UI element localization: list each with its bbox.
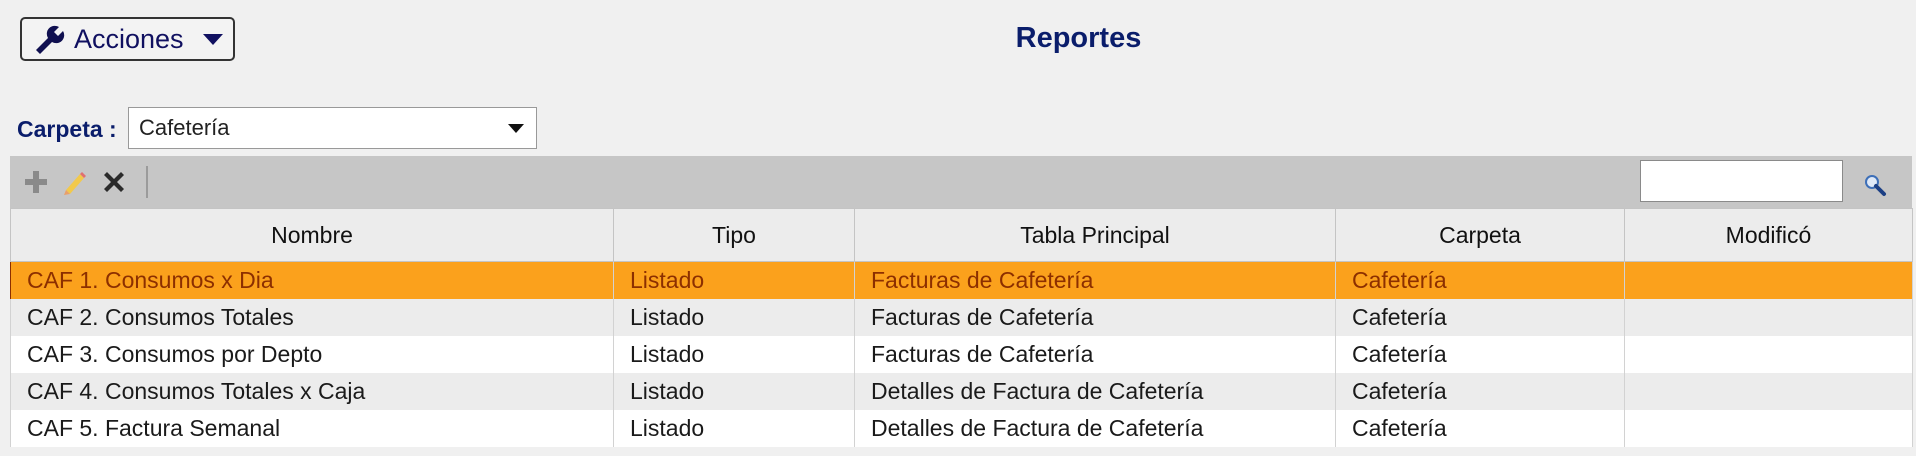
page-title: Reportes [1015,22,1142,54]
cell-tipo: Listado [613,336,855,373]
table-row[interactable]: CAF 2. Consumos Totales Listado Facturas… [10,299,1913,336]
cell-modifico [1624,299,1913,336]
table-row[interactable]: CAF 4. Consumos Totales x Caja Listado D… [10,373,1913,410]
cell-tabla: Facturas de Cafetería [854,336,1336,373]
column-header-nombre[interactable]: Nombre [10,208,614,262]
chevron-down-icon[interactable] [508,123,524,133]
cell-tabla: Detalles de Factura de Cafetería [854,410,1336,447]
table-header-row: Nombre Tipo Tabla Principal Carpeta Modi… [10,208,1913,262]
cell-tabla: Facturas de Cafetería [854,261,1336,299]
column-header-tabla-principal[interactable]: Tabla Principal [854,208,1336,262]
cell-modifico [1624,373,1913,410]
search-input[interactable] [1640,160,1843,202]
cell-tipo: Listado [613,373,855,410]
toolbar-separator [146,166,148,198]
folder-select-value: Cafetería [139,115,230,140]
cell-tipo: Listado [613,410,855,447]
table-row[interactable]: CAF 5. Factura Semanal Listado Detalles … [10,410,1913,447]
cell-carpeta: Cafetería [1335,373,1625,410]
cell-nombre: CAF 2. Consumos Totales [10,299,614,336]
cell-carpeta: Cafetería [1335,261,1625,299]
cell-modifico [1624,336,1913,373]
cell-tipo: Listado [613,299,855,336]
folder-select[interactable]: Cafetería [128,107,537,149]
toolbar [10,156,1912,208]
edit-icon[interactable] [60,168,88,196]
cell-nombre: CAF 5. Factura Semanal [10,410,614,447]
delete-icon[interactable] [100,168,128,196]
cell-tipo: Listado [613,261,855,299]
cell-carpeta: Cafetería [1335,410,1625,447]
reports-table: Nombre Tipo Tabla Principal Carpeta Modi… [10,208,1913,447]
cell-nombre: CAF 4. Consumos Totales x Caja [10,373,614,410]
add-icon[interactable] [22,168,50,196]
cell-carpeta: Cafetería [1335,336,1625,373]
cell-tabla: Facturas de Cafetería [854,299,1336,336]
cell-nombre: CAF 3. Consumos por Depto [10,336,614,373]
cell-tabla: Detalles de Factura de Cafetería [854,373,1336,410]
cell-nombre: CAF 1. Consumos x Dia [10,261,614,299]
table-row[interactable]: CAF 1. Consumos x Dia Listado Facturas d… [10,261,1913,299]
table-row[interactable]: CAF 3. Consumos por Depto Listado Factur… [10,336,1913,373]
folder-label: Carpeta : [17,116,117,142]
column-header-carpeta[interactable]: Carpeta [1335,208,1625,262]
column-header-modifico[interactable]: Modificó [1624,208,1913,262]
column-header-tipo[interactable]: Tipo [613,208,855,262]
cell-modifico [1624,261,1913,299]
cell-modifico [1624,410,1913,447]
search-icon[interactable] [1862,172,1888,198]
cell-carpeta: Cafetería [1335,299,1625,336]
